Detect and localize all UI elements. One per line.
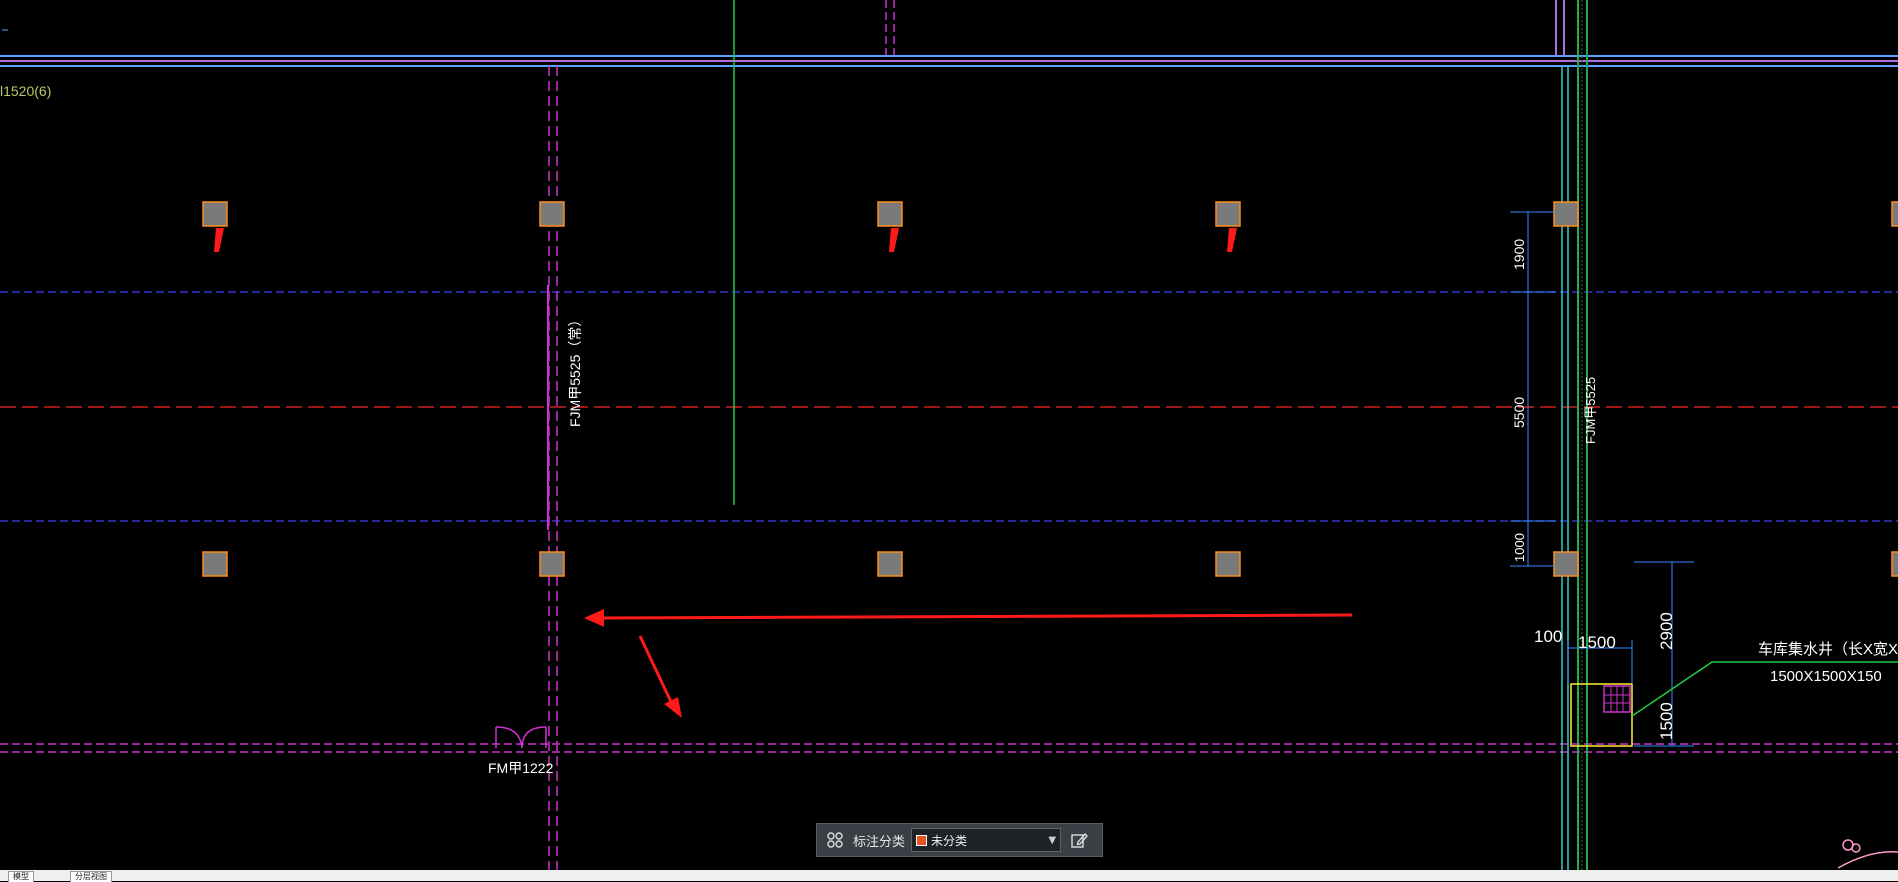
- columns-row-1: [202, 201, 1898, 227]
- door-label-fm: FM甲1222: [488, 760, 554, 776]
- top-left-label: l1520(6): [0, 83, 51, 99]
- red-marker: [214, 228, 224, 252]
- column: [1891, 551, 1898, 577]
- red-marker: [1227, 228, 1237, 252]
- red-arrow-line: [595, 613, 1353, 620]
- pink-arc: [1837, 851, 1898, 869]
- dim-100: 100: [1534, 627, 1562, 646]
- dim-1500-side: 1500: [1657, 702, 1676, 740]
- annotation-toolbar: 标注分类 未分类 ▼: [816, 823, 1103, 857]
- fm-door-swing: [495, 726, 547, 749]
- column: [202, 201, 228, 227]
- column: [877, 201, 903, 227]
- red-marker: [889, 228, 899, 252]
- dim-1500-top: 1500: [1578, 633, 1616, 652]
- dim-5500: 5500: [1511, 397, 1527, 428]
- pink-mark: [1851, 843, 1861, 853]
- category-color-swatch: [916, 834, 928, 846]
- dim-1000: 1000: [1512, 533, 1527, 562]
- column: [539, 551, 565, 577]
- dim-1900: 1900: [1511, 239, 1527, 270]
- grid-icon[interactable]: [823, 828, 847, 852]
- layout-tabs-bar: 模型 分层视图: [0, 870, 1898, 882]
- edit-icon[interactable]: [1067, 828, 1091, 852]
- annotation-category-select[interactable]: 未分类 ▼: [911, 828, 1062, 852]
- chevron-down-icon: ▼: [1048, 834, 1057, 846]
- tab-model[interactable]: 模型: [8, 871, 34, 882]
- column: [1553, 551, 1579, 577]
- annotation-category-label: 标注分类: [853, 834, 906, 850]
- red-arrow-head: [584, 609, 604, 627]
- column: [539, 201, 565, 227]
- column: [1553, 201, 1579, 227]
- dim-2900: 2900: [1657, 612, 1676, 650]
- door-label-fjm-right: FJM甲5525: [1583, 377, 1598, 444]
- column: [1215, 201, 1241, 227]
- column: [1891, 201, 1898, 227]
- red-arrow-2-head: [664, 697, 682, 718]
- tab-layer-view[interactable]: 分层视图: [70, 871, 112, 882]
- sump-label-line2: 1500X1500X150: [1770, 668, 1882, 685]
- door-label-fjm-left: FJM甲5525（常）: [567, 313, 583, 427]
- column: [1215, 551, 1241, 577]
- column: [202, 551, 228, 577]
- column: [877, 551, 903, 577]
- red-arrow-2-line: [638, 635, 674, 705]
- sump-label-line1: 车库集水井（长X宽X深: [1758, 641, 1898, 658]
- category-selected-value: 未分类: [931, 833, 968, 848]
- columns-row-2: [202, 551, 1898, 577]
- cad-canvas[interactable]: l1520(6) FJM甲5525（常） FJM甲5525 1900 5500 …: [0, 0, 1898, 881]
